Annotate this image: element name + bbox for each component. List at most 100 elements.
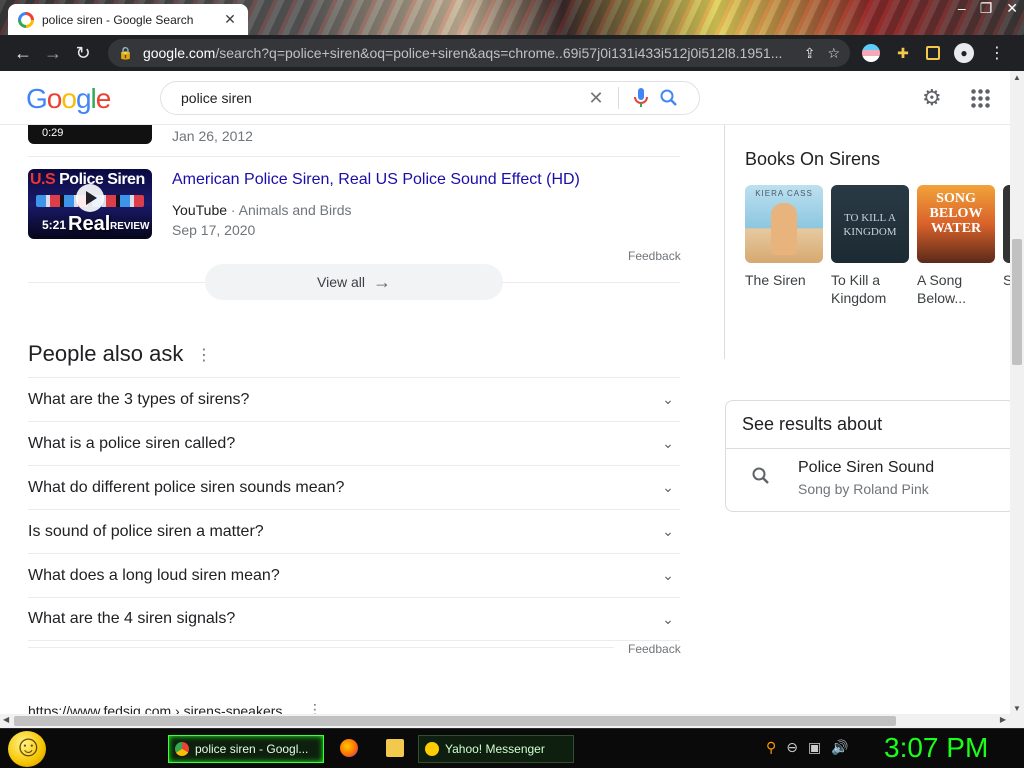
vertical-scrollbar[interactable]: ▲ ▼ <box>1010 71 1024 715</box>
extension-icons: ✚ ● ⋮ <box>862 43 1006 63</box>
forward-arrow-icon[interactable]: → <box>38 38 68 68</box>
book-cover: SONG BELOW WATER <box>917 185 995 263</box>
search-icon[interactable] <box>653 89 685 107</box>
more-options-icon[interactable]: ⋮ <box>196 345 212 365</box>
divider <box>28 156 680 157</box>
paa-question[interactable]: What are the 3 types of sirens? ⌄ <box>28 377 680 421</box>
chrome-menu-icon[interactable]: ⋮ <box>988 44 1006 62</box>
network-icon[interactable]: ▣ <box>808 739 821 756</box>
taskbar-chrome-window[interactable]: police siren - Googl... <box>168 735 324 763</box>
google-favicon-icon <box>18 11 34 28</box>
paa-question[interactable]: Is sound of police siren a matter? ⌄ <box>28 509 680 553</box>
book-card-partial[interactable]: S <box>1003 185 1010 289</box>
maximize-icon[interactable]: ❐ <box>980 0 993 17</box>
book-title: The Siren <box>745 272 806 288</box>
video-thumbnail[interactable]: U.S Police Siren Real REVIEW 5:21 <box>28 169 152 239</box>
profile-avatar-icon[interactable]: ● <box>954 43 974 63</box>
minimize-icon[interactable]: – <box>958 0 966 17</box>
arrow-right-icon: → <box>373 271 391 292</box>
back-arrow-icon[interactable]: ← <box>8 38 38 68</box>
search-results: 0:29 Jan 26, 2012 U.S Police Siren Real … <box>0 125 1010 715</box>
previous-video-thumbnail[interactable]: 0:29 <box>28 125 152 144</box>
thumbnail-review-text: REVIEW <box>110 221 150 232</box>
settings-gear-icon[interactable]: ⚙ <box>922 85 942 111</box>
see-results-subtitle: Song by Roland Pink <box>798 481 929 497</box>
close-window-icon[interactable]: ✕ <box>1006 0 1018 17</box>
address-bar[interactable]: 🔒 google.com/search?q=police+siren&oq=po… <box>108 39 850 67</box>
paa-question[interactable]: What is a police siren called? ⌄ <box>28 421 680 465</box>
window-controls: – ❐ ✕ <box>958 0 1018 17</box>
more-options-icon[interactable]: ⋮ <box>308 701 322 715</box>
video-date: Sep 17, 2020 <box>172 222 256 238</box>
video-title-link[interactable]: American Police Siren, Real US Police So… <box>172 171 580 189</box>
scroll-right-arrow-icon[interactable]: ▶ <box>1000 715 1006 724</box>
close-tab-icon[interactable]: ✕ <box>222 11 238 28</box>
microphone-icon[interactable] <box>629 88 653 108</box>
scroll-down-arrow-icon[interactable]: ▼ <box>1013 704 1021 713</box>
folder-icon[interactable] <box>386 739 404 757</box>
books-heading: Books On Sirens <box>745 149 881 169</box>
see-results-heading: See results about <box>726 401 1010 449</box>
book-card[interactable]: TO KILL A KINGDOM To Kill a Kingdom <box>831 185 909 307</box>
share-icon[interactable]: ⇪ <box>804 45 816 62</box>
paa-question[interactable]: What are the 4 siren signals? ⌄ <box>28 597 680 641</box>
divider <box>28 647 614 648</box>
extensions-puzzle-icon[interactable]: ✚ <box>894 44 912 62</box>
chevron-down-icon: ⌄ <box>662 610 674 627</box>
view-all-label: View all <box>317 274 365 290</box>
taskbar-chrome-label: police siren - Googl... <box>195 742 309 756</box>
scroll-left-arrow-icon[interactable]: ◀ <box>3 715 9 724</box>
google-apps-grid-icon[interactable] <box>970 88 990 108</box>
play-icon[interactable] <box>76 184 104 212</box>
start-button-smiley-icon[interactable] <box>8 730 46 767</box>
browser-toolbar: ← → ↻ 🔒 google.com/search?q=police+siren… <box>0 35 1024 71</box>
chevron-down-icon: ⌄ <box>662 391 674 407</box>
reload-icon[interactable]: ↻ <box>68 38 98 68</box>
book-cover: TO KILL A KINGDOM <box>831 185 909 263</box>
chevron-down-icon: ⌄ <box>662 479 674 495</box>
feedback-link[interactable]: Feedback <box>628 249 681 263</box>
paa-question[interactable]: What does a long loud siren mean? ⌄ <box>28 553 680 597</box>
chrome-icon <box>175 742 189 756</box>
book-cover: KIERA CASS <box>745 185 823 263</box>
taskbar-yahoo-label: Yahoo! Messenger <box>445 742 545 756</box>
system-tray: ⚲ ⊖ ▣ 🔊 <box>766 739 849 756</box>
taskbar: police siren - Googl... Yahoo! Messenger… <box>0 728 1024 768</box>
search-tray-icon[interactable]: ⚲ <box>766 739 776 756</box>
see-results-title-link[interactable]: Police Siren Sound <box>798 459 934 477</box>
taskbar-yahoo-window[interactable]: Yahoo! Messenger <box>418 735 574 763</box>
scrollbar-thumb[interactable] <box>14 716 896 726</box>
flag-extension-icon[interactable] <box>862 44 880 62</box>
volume-icon[interactable]: 🔊 <box>831 739 848 756</box>
lock-icon[interactable]: 🔒 <box>118 46 133 60</box>
right-column-divider <box>724 125 725 359</box>
book-card[interactable]: SONG BELOW WATER A Song Below... <box>917 185 995 307</box>
browser-tab-strip: police siren - Google Search ✕ – ❐ ✕ <box>0 0 1024 35</box>
side-panel-icon[interactable] <box>926 46 940 60</box>
clear-search-icon[interactable]: ✕ <box>584 88 608 109</box>
paa-question[interactable]: What do different police siren sounds me… <box>28 465 680 509</box>
video-source: YouTube · Animals and Birds <box>172 202 352 218</box>
feedback-link[interactable]: Feedback <box>628 642 681 656</box>
minus-circle-icon[interactable]: ⊖ <box>786 739 798 756</box>
firefox-icon[interactable] <box>340 739 358 757</box>
view-all-button[interactable]: View all → <box>205 264 503 300</box>
search-icon <box>752 467 770 490</box>
chevron-down-icon: ⌄ <box>662 523 674 539</box>
scroll-up-arrow-icon[interactable]: ▲ <box>1013 73 1021 82</box>
thumbnail-real-text: Real <box>68 213 111 235</box>
book-title: A Song Below... <box>917 272 967 306</box>
search-box: ✕ <box>160 81 700 115</box>
book-title: To Kill a Kingdom <box>831 272 887 306</box>
google-logo[interactable]: Google <box>26 83 111 115</box>
horizontal-scrollbar[interactable]: ◀ ▶ <box>0 714 1024 728</box>
taskbar-clock[interactable]: 3:07 PM <box>884 732 988 764</box>
search-input[interactable] <box>181 90 584 106</box>
yahoo-messenger-icon <box>425 742 439 756</box>
book-card[interactable]: KIERA CASS The Siren <box>745 185 823 289</box>
people-also-ask-list: What are the 3 types of sirens? ⌄ What is… <box>28 377 680 641</box>
bookmark-star-icon[interactable]: ☆ <box>827 45 840 62</box>
scrollbar-thumb[interactable] <box>1012 239 1022 365</box>
video-duration: 5:21 <box>42 218 67 232</box>
browser-tab[interactable]: police siren - Google Search ✕ <box>8 4 248 35</box>
